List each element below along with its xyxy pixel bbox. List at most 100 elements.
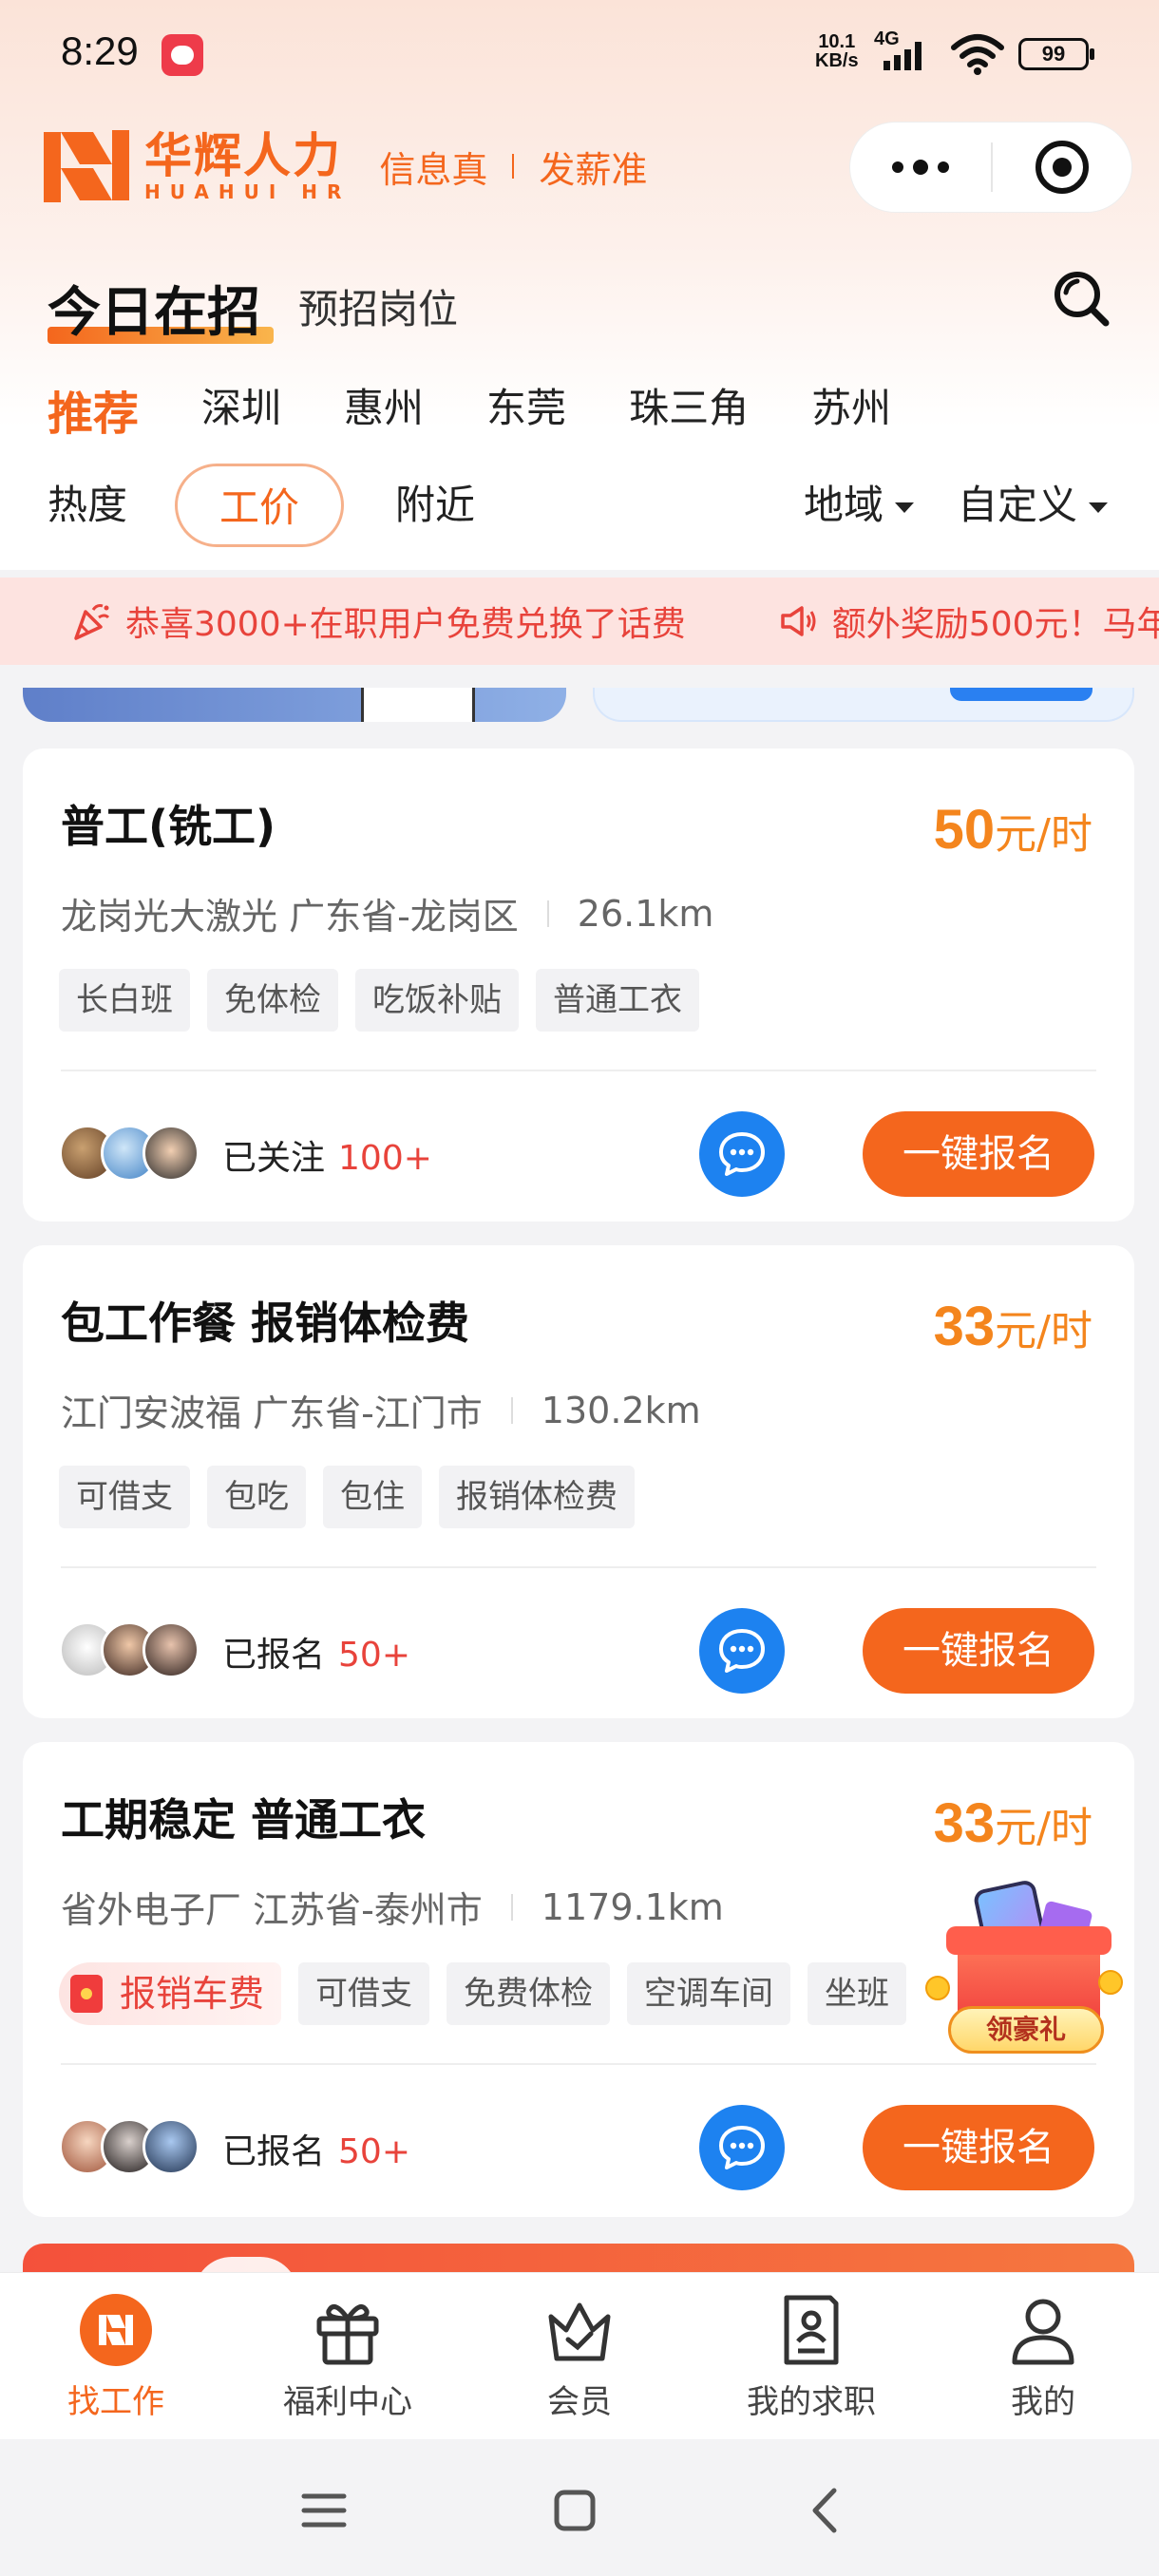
- person-icon: [1005, 2292, 1081, 2368]
- job-tag: 吃饭补贴: [355, 969, 519, 1032]
- party-popper-icon: [74, 604, 110, 640]
- city-tab-shenzhen[interactable]: 深圳: [201, 376, 281, 443]
- job-tag: 可借支: [59, 1466, 190, 1528]
- job-tag: 坐班: [808, 1962, 907, 2025]
- tab-find-job[interactable]: 找工作: [0, 2273, 232, 2439]
- job-salary: 33元/时: [933, 1792, 1092, 1854]
- more-menu-button[interactable]: [850, 122, 991, 213]
- tab-pre-hiring[interactable]: 预招岗位: [298, 277, 458, 335]
- chat-bubble-icon: [719, 1629, 765, 1673]
- gift-icon: [310, 2292, 386, 2368]
- job-tag: 免体检: [207, 969, 338, 1032]
- tab-my-applications[interactable]: 我的求职: [695, 2273, 927, 2439]
- logo-icon: [78, 2292, 154, 2368]
- miniprogram-capsule: [849, 122, 1132, 213]
- notice-marquee[interactable]: 恭喜3000+在职用户免费兑换了话费 额外奖励500元！马年: [0, 578, 1159, 665]
- notice-item: 额外奖励500元！马年: [777, 597, 1159, 646]
- job-title: 工期稳定 普通工衣: [61, 1794, 427, 1846]
- banner-button: [950, 688, 1092, 701]
- job-card[interactable]: 普工(铣工) 50元/时 龙岗光大激光 广东省-龙岗区 26.1km 长白班 免…: [23, 748, 1134, 1222]
- avatar-stack: [59, 2118, 200, 2175]
- job-title: 普工(铣工): [61, 801, 276, 852]
- job-salary: 33元/时: [933, 1296, 1092, 1357]
- bottom-tab-bar: 找工作 福利中心 会员 我的求职 我的: [0, 2272, 1159, 2439]
- job-tag: 报销体检费: [439, 1466, 635, 1528]
- chat-bubble-icon: [719, 1132, 765, 1176]
- tab-me[interactable]: 我的: [927, 2273, 1159, 2439]
- chat-button[interactable]: [699, 2105, 785, 2190]
- avatar: [142, 2118, 200, 2175]
- signal-icon: [884, 42, 922, 70]
- job-tag: 长白班: [59, 969, 190, 1032]
- promo-banner-left[interactable]: [23, 688, 566, 722]
- brand-header: 华辉人力 HUAHUI HR 信息真 发薪准: [44, 125, 647, 207]
- avatar: [142, 1621, 200, 1678]
- megaphone-icon: [781, 606, 816, 636]
- highlight-tag: 报销车费: [59, 1962, 282, 2025]
- back-icon[interactable]: [792, 2477, 859, 2544]
- tab-membership[interactable]: 会员: [464, 2273, 695, 2439]
- tab-hiring-today[interactable]: 今日在招: [48, 270, 260, 347]
- city-tab-pearl-river-delta[interactable]: 珠三角: [629, 376, 749, 443]
- job-location: 江门安波福 广东省-江门市 130.2km: [61, 1389, 701, 1435]
- avatar-stack: [59, 1621, 200, 1678]
- city-tab-recommend[interactable]: 推荐: [48, 376, 139, 443]
- city-tab-suzhou[interactable]: 苏州: [811, 376, 891, 443]
- resume-icon: [773, 2292, 849, 2368]
- system-navigation-bar: [0, 2439, 1159, 2576]
- city-tabs: 推荐 深圳 惠州 东莞 珠三角 苏州: [48, 376, 954, 443]
- chat-bubble-icon: [719, 2126, 765, 2169]
- signup-status: 已报名 50+: [222, 1636, 410, 1675]
- search-icon[interactable]: [1051, 268, 1112, 329]
- city-tab-dongguan[interactable]: 东莞: [486, 376, 566, 443]
- job-distance: 26.1km: [577, 892, 714, 935]
- job-title: 包工作餐 报销体检费: [61, 1297, 470, 1349]
- job-location: 省外电子厂 江苏省-泰州市 1179.1km: [61, 1885, 724, 1932]
- avatar-stack: [59, 1125, 200, 1182]
- battery-indicator: 99: [1018, 38, 1094, 70]
- notice-item: 恭喜3000+在职用户免费兑换了话费: [70, 597, 686, 646]
- job-distance: 130.2km: [541, 1389, 701, 1431]
- chat-button[interactable]: [699, 1111, 785, 1197]
- job-tags: 可借支 包吃 包住 报销体检费: [59, 1466, 635, 1528]
- gift-label: 领豪礼: [948, 2006, 1104, 2054]
- avatar: [142, 1125, 200, 1182]
- sort-filters: 热度 工价 附近 地域 自定义: [48, 464, 1121, 547]
- apply-button[interactable]: 一键报名: [863, 1111, 1094, 1197]
- home-icon[interactable]: [542, 2477, 608, 2544]
- crown-icon: [542, 2292, 618, 2368]
- huahui-logo-icon: [44, 130, 129, 202]
- net-speed: 10.1 KB/s: [815, 31, 859, 71]
- coin-icon: [1098, 1970, 1123, 1995]
- red-envelope-icon: [70, 1975, 103, 2013]
- apply-button[interactable]: 一键报名: [863, 1608, 1094, 1694]
- job-tag: 普通工衣: [536, 969, 699, 1032]
- sort-wage[interactable]: 工价: [175, 464, 344, 547]
- chat-button[interactable]: [699, 1608, 785, 1694]
- city-tab-huizhou[interactable]: 惠州: [344, 376, 424, 443]
- gift-float-button[interactable]: 领豪礼: [918, 1878, 1130, 2059]
- job-tags: 报销车费 可借支 免费体检 空调车间 坐班: [59, 1962, 907, 2025]
- sort-nearby[interactable]: 附近: [395, 464, 475, 547]
- close-miniprogram-button[interactable]: [993, 141, 1131, 194]
- job-tag: 空调车间: [627, 1962, 791, 2025]
- region-dropdown[interactable]: 地域: [804, 464, 915, 547]
- wifi-icon: [951, 34, 1004, 75]
- target-icon: [1036, 141, 1089, 194]
- sort-popularity[interactable]: 热度: [48, 464, 127, 547]
- tab-benefits[interactable]: 福利中心: [232, 2273, 464, 2439]
- coin-icon: [925, 1976, 950, 2000]
- apply-button[interactable]: 一键报名: [863, 2105, 1094, 2190]
- job-location: 龙岗光大激光 广东省-龙岗区 26.1km: [61, 892, 714, 938]
- brand-slogan: 信息真 发薪准: [379, 148, 648, 191]
- custom-dropdown[interactable]: 自定义: [958, 464, 1109, 547]
- job-salary: 50元/时: [933, 799, 1092, 861]
- job-card[interactable]: 包工作餐 报销体检费 33元/时 江门安波福 广东省-江门市 130.2km 可…: [23, 1245, 1134, 1718]
- job-tags: 长白班 免体检 吃饭补贴 普通工衣: [59, 969, 699, 1032]
- job-distance: 1179.1km: [541, 1885, 724, 1928]
- caret-down-icon: [1089, 502, 1109, 513]
- job-tag: 可借支: [298, 1962, 430, 2025]
- job-tag: 免费体检: [446, 1962, 611, 2025]
- menu-icon[interactable]: [291, 2477, 357, 2544]
- status-bar: 8:29 10.1 KB/s 4G 99: [0, 0, 1159, 104]
